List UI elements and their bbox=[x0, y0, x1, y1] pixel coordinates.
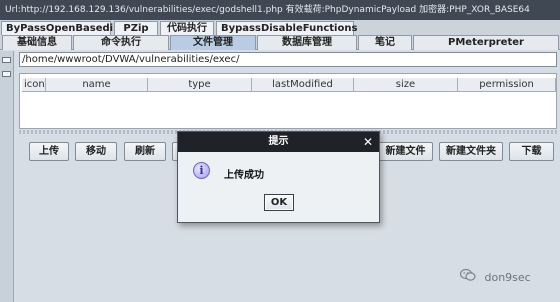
tab-pzip[interactable]: PZip bbox=[114, 21, 158, 35]
tab-notes[interactable]: 笔记 bbox=[358, 35, 412, 50]
window-title-bar: Url:http://192.168.129.136/vulnerabiliti… bbox=[0, 0, 560, 20]
main-tab-bar: 基础信息 命令执行 文件管理 数据库管理 笔记 PMeterpreter bbox=[0, 35, 560, 50]
download-button[interactable]: 下载 bbox=[509, 142, 554, 161]
directory-tree-panel[interactable] bbox=[0, 51, 14, 302]
column-header-icon[interactable]: icon bbox=[22, 78, 46, 92]
watermark: don9sec bbox=[459, 268, 531, 288]
new-folder-button[interactable]: 新建文件夹 bbox=[439, 142, 503, 161]
tab-file-manager[interactable]: 文件管理 bbox=[170, 35, 256, 50]
move-button[interactable]: 移动 bbox=[75, 142, 117, 161]
close-icon[interactable]: ✕ bbox=[363, 132, 373, 152]
dialog-title: 提示 bbox=[178, 132, 379, 152]
ok-button[interactable]: OK bbox=[264, 194, 294, 211]
window-title: Url:http://192.168.129.136/vulnerabiliti… bbox=[5, 5, 530, 15]
wechat-logo-icon bbox=[459, 268, 476, 288]
tree-node-icon[interactable] bbox=[2, 57, 11, 63]
path-input[interactable]: /home/wwwroot/DVWA/vulnerabilities/exec/ bbox=[19, 52, 557, 67]
column-header-last-modified[interactable]: lastModified bbox=[252, 78, 354, 92]
refresh-button[interactable]: 刷新 bbox=[124, 142, 166, 161]
column-header-size[interactable]: size bbox=[354, 78, 458, 92]
tab-database-manager[interactable]: 数据库管理 bbox=[257, 35, 357, 50]
tab-bypass-disable-functions[interactable]: BypassDisableFunctions bbox=[216, 21, 357, 35]
tab-basic-info[interactable]: 基础信息 bbox=[2, 35, 72, 50]
watermark-text: don9sec bbox=[484, 271, 531, 284]
tab-code-exec[interactable]: 代码执行 bbox=[160, 21, 214, 35]
tab-pmeterpreter[interactable]: PMeterpreter bbox=[413, 35, 559, 50]
new-file-button[interactable]: 新建文件 bbox=[378, 142, 433, 161]
tab-bypass-open-basedir[interactable]: ByPassOpenBasedir bbox=[1, 21, 118, 35]
column-header-type[interactable]: type bbox=[148, 78, 252, 92]
dialog-message: 上传成功 bbox=[224, 170, 264, 181]
upload-button[interactable]: 上传 bbox=[29, 142, 69, 161]
column-header-name[interactable]: name bbox=[46, 78, 148, 92]
file-table-header: icon name type lastModified size permiss… bbox=[20, 78, 556, 92]
file-table[interactable]: icon name type lastModified size permiss… bbox=[19, 73, 557, 129]
info-icon: i bbox=[193, 162, 210, 179]
tab-command-exec[interactable]: 命令执行 bbox=[73, 35, 169, 50]
column-header-permission[interactable]: permission bbox=[458, 78, 556, 92]
message-dialog: 提示 ✕ i 上传成功 OK bbox=[177, 131, 380, 223]
tree-node-icon[interactable] bbox=[2, 71, 11, 77]
plugin-tab-bar: ByPassOpenBasedir PZip 代码执行 BypassDisabl… bbox=[0, 20, 560, 35]
